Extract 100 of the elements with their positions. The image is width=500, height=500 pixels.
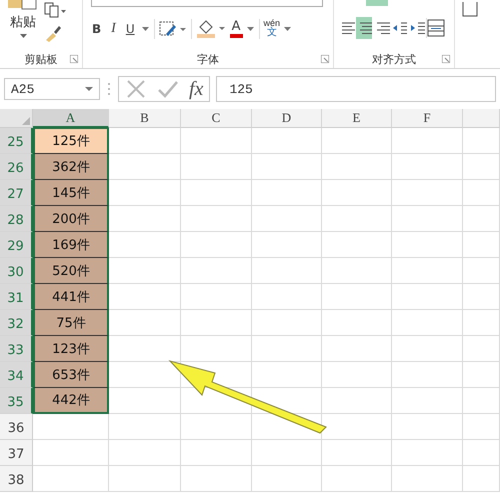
table-cell: [392, 284, 463, 310]
table-cell: [463, 206, 500, 232]
triangle-icon: [22, 117, 30, 125]
table-cell: [109, 206, 181, 232]
table-cell: [181, 128, 252, 154]
table-cell: [322, 154, 392, 180]
table-cell: [392, 206, 463, 232]
column-header[interactable]: A: [33, 109, 109, 128]
row-header[interactable]: 32: [0, 310, 33, 336]
table-cell: 123件: [33, 336, 109, 362]
table-cell: 200件: [33, 206, 109, 232]
table-cell: [252, 284, 322, 310]
row-header[interactable]: 26: [0, 154, 33, 180]
table-cell: [252, 180, 322, 206]
brush-icon[interactable]: [44, 24, 62, 42]
row-header[interactable]: 29: [0, 232, 33, 258]
table-cell: 125件: [33, 128, 109, 154]
table-cell: [392, 310, 463, 336]
row-header[interactable]: 25: [0, 128, 33, 154]
table-cell: [463, 258, 500, 284]
table-cell: [463, 128, 500, 154]
table-cell: [181, 466, 252, 492]
format-button[interactable]: I: [108, 20, 119, 36]
table-cell: [322, 128, 392, 154]
table-cell: [252, 258, 322, 284]
table-cell: [252, 466, 322, 492]
row-header[interactable]: 38: [0, 466, 33, 492]
dialog-launcher-icon[interactable]: [442, 55, 450, 63]
format-button[interactable]: U: [122, 22, 138, 36]
table-cell: [392, 128, 463, 154]
table-cell: [109, 310, 181, 336]
table-cell: [322, 336, 392, 362]
table-cell: [109, 232, 181, 258]
caret-icon: [246, 26, 255, 30]
copy-icon[interactable]: [44, 2, 66, 18]
table-cell: [463, 180, 500, 206]
row-header[interactable]: 27: [0, 180, 33, 206]
table-cell: [392, 232, 463, 258]
caret-icon: [20, 34, 26, 38]
align-icon[interactable]: [356, 17, 372, 39]
table-cell: [463, 232, 500, 258]
table-cell: [252, 154, 322, 180]
formula-field[interactable]: 125: [216, 76, 496, 102]
table-cell: [109, 258, 181, 284]
table-cell: [181, 206, 252, 232]
table-cell: [392, 388, 463, 414]
table-cell: [463, 310, 500, 336]
table-cell: 653件: [33, 362, 109, 388]
table-cell: [252, 362, 322, 388]
caret-icon: [85, 87, 93, 91]
table-cell: [322, 258, 392, 284]
table-cell: [463, 284, 500, 310]
phonetic-button[interactable]: wén 文: [264, 19, 280, 38]
column-header[interactable]: F: [392, 109, 463, 128]
table-cell: 520件: [33, 258, 109, 284]
table-cell: 169件: [33, 232, 109, 258]
table-cell: [181, 258, 252, 284]
table-cell: [463, 466, 500, 492]
row-header[interactable]: 31: [0, 284, 33, 310]
table-cell: [322, 466, 392, 492]
column-header[interactable]: C: [181, 109, 252, 128]
border-icon[interactable]: [158, 20, 187, 38]
table-cell: [252, 128, 322, 154]
table-cell: [252, 336, 322, 362]
insert-function-button[interactable]: fx: [189, 79, 204, 99]
table-cell: [392, 154, 463, 180]
name-box[interactable]: A25: [4, 78, 100, 100]
format-button[interactable]: B: [89, 22, 104, 36]
font-color-button[interactable]: A: [230, 20, 243, 38]
column-header[interactable]: D: [252, 109, 322, 128]
dialog-launcher-icon[interactable]: [70, 55, 78, 63]
table-cell: [109, 154, 181, 180]
table-cell: [181, 180, 252, 206]
table-cell: [392, 336, 463, 362]
column-header[interactable]: B: [109, 109, 181, 128]
caret-icon: [284, 26, 292, 30]
table-cell: [322, 232, 392, 258]
table-cell: [181, 414, 252, 440]
column-header[interactable]: E: [322, 109, 392, 128]
row-header[interactable]: 33: [0, 336, 33, 362]
table-cell: [181, 284, 252, 310]
grip-icon: [106, 81, 112, 97]
row-header[interactable]: 35: [0, 388, 33, 414]
dialog-launcher-icon[interactable]: [321, 55, 329, 63]
table-cell: [463, 154, 500, 180]
table-cell: [322, 362, 392, 388]
table-cell: [181, 154, 252, 180]
table-cell: [463, 388, 500, 414]
row-header[interactable]: 28: [0, 206, 33, 232]
paste-button[interactable]: 粘贴: [8, 0, 38, 46]
table-cell: [109, 128, 181, 154]
row-header[interactable]: 30: [0, 258, 33, 284]
table-cell: [109, 440, 181, 466]
table-cell: 362件: [33, 154, 109, 180]
row-header[interactable]: 34: [0, 362, 33, 388]
fill-color-icon[interactable]: [196, 18, 226, 38]
row-header[interactable]: 36: [0, 414, 33, 440]
row-header[interactable]: 37: [0, 440, 33, 466]
font-name-field[interactable]: [91, 0, 323, 7]
table-cell: [322, 284, 392, 310]
